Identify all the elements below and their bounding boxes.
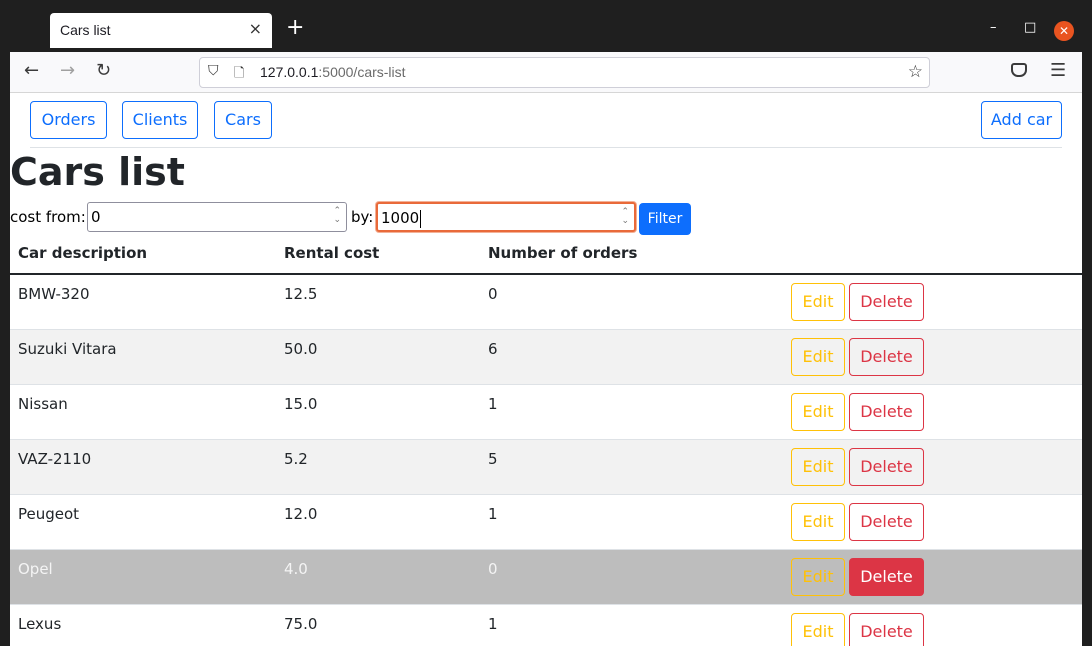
reload-icon[interactable]: ↻ [96,61,111,81]
spinner-icon[interactable]: ⌃ ⌄ [621,208,629,226]
header-car-description: Car description [18,244,148,262]
page-content: Orders Clients Cars Add car Cars list co… [10,93,1082,646]
car-description: VAZ-2110 [18,450,92,468]
car-description: Suzuki Vitara [18,340,117,358]
filter-button[interactable]: Filter [639,203,691,235]
url-text[interactable]: 127.0.0.1:5000/cars-list [260,64,406,80]
car-description: Nissan [18,395,68,413]
number-of-orders: 1 [488,615,498,633]
divider [30,147,1062,148]
browser-navbar: ← → ↻ ⛉ 🗋 127.0.0.1:5000/cars-list ☆ ☰ [10,52,1082,93]
edit-button[interactable]: Edit [791,558,845,596]
edit-button[interactable]: Edit [791,338,845,376]
cars-table: Car description Rental cost Number of or… [10,235,1082,646]
rental-cost: 5.2 [284,450,308,468]
delete-button[interactable]: Delete [849,283,924,321]
orders-button[interactable]: Orders [30,101,107,139]
number-of-orders: 5 [488,450,498,468]
rental-cost: 15.0 [284,395,318,413]
number-of-orders: 0 [488,285,498,303]
edit-button[interactable]: Edit [791,448,845,486]
table-row: Peugeot 12.0 1 Edit Delete [10,495,1082,550]
url-host: 127.0.0.1 [260,64,319,80]
cost-by-input[interactable]: 1000 ⌃ ⌄ [376,202,636,232]
clients-button[interactable]: Clients [122,101,198,139]
edit-button[interactable]: Edit [791,503,845,541]
url-path: :5000/cars-list [318,64,406,80]
table-header: Car description Rental cost Number of or… [10,235,1082,275]
page-icon[interactable]: 🗋 [234,64,244,86]
cost-from-value: 0 [91,208,101,226]
maximize-icon[interactable]: □ [1024,19,1036,37]
rental-cost: 12.5 [284,285,318,303]
bookmark-star-icon[interactable]: ☆ [908,62,923,82]
header-rental-cost: Rental cost [284,244,380,262]
table-row: VAZ-2110 5.2 5 Edit Delete [10,440,1082,495]
car-description: Peugeot [18,505,80,523]
spinner-icon[interactable]: ⌃ ⌄ [333,207,341,225]
car-description: Lexus [18,615,62,633]
table-row: Nissan 15.0 1 Edit Delete [10,385,1082,440]
window-frame-left [0,0,10,646]
table-row: Suzuki Vitara 50.0 6 Edit Delete [10,330,1082,385]
header-number-of-orders: Number of orders [488,244,638,262]
rental-cost: 50.0 [284,340,318,358]
number-of-orders: 6 [488,340,498,358]
table-row: Opel 4.0 0 Edit Delete [10,550,1082,605]
delete-button[interactable]: Delete [849,393,924,431]
delete-button[interactable]: Delete [849,613,924,646]
car-description: BMW-320 [18,285,90,303]
delete-button[interactable]: Delete [849,448,924,486]
tab-title: Cars list [60,22,111,38]
rental-cost: 4.0 [284,560,308,578]
number-of-orders: 1 [488,395,498,413]
cost-by-label: by: [351,208,374,226]
close-window-icon[interactable]: ✕ [1054,21,1074,41]
edit-button[interactable]: Edit [791,393,845,431]
cost-by-value: 1000 [381,209,420,227]
minimize-icon[interactable]: – [990,19,997,37]
delete-button[interactable]: Delete [849,558,924,596]
address-bar[interactable]: ⛉ 🗋 127.0.0.1:5000/cars-list ☆ [199,57,930,88]
cars-button[interactable]: Cars [214,101,272,139]
pocket-icon[interactable] [1011,63,1027,77]
number-of-orders: 0 [488,560,498,578]
page-title: Cars list [10,150,185,194]
table-row: BMW-320 12.5 0 Edit Delete [10,275,1082,330]
back-arrow-icon[interactable]: ← [24,61,39,81]
tab-close-icon[interactable]: × [249,19,262,38]
edit-button[interactable]: Edit [791,613,845,646]
forward-arrow-icon[interactable]: → [60,61,75,81]
edit-button[interactable]: Edit [791,283,845,321]
hamburger-menu-icon[interactable]: ☰ [1050,60,1066,81]
delete-button[interactable]: Delete [849,338,924,376]
new-tab-icon[interactable]: + [286,16,304,40]
delete-button[interactable]: Delete [849,503,924,541]
rental-cost: 75.0 [284,615,318,633]
text-caret [420,209,422,228]
table-row: Lexus 75.0 1 Edit Delete [10,605,1082,646]
rental-cost: 12.0 [284,505,318,523]
cost-from-label: cost from: [10,208,86,226]
add-car-button[interactable]: Add car [981,101,1062,139]
window-frame-right [1082,0,1092,646]
number-of-orders: 1 [488,505,498,523]
browser-tab[interactable]: Cars list × [50,13,272,48]
shield-icon[interactable]: ⛉ [208,63,219,79]
cost-from-input[interactable]: 0 ⌃ ⌄ [87,202,347,232]
car-description: Opel [18,560,53,578]
